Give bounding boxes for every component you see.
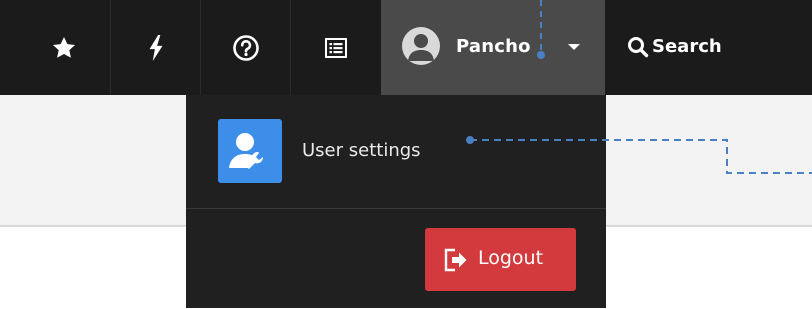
annotation-guide-lines: [466, 0, 812, 174]
guide-line-settings: [470, 139, 812, 174]
guide-dot-user: [537, 51, 545, 59]
